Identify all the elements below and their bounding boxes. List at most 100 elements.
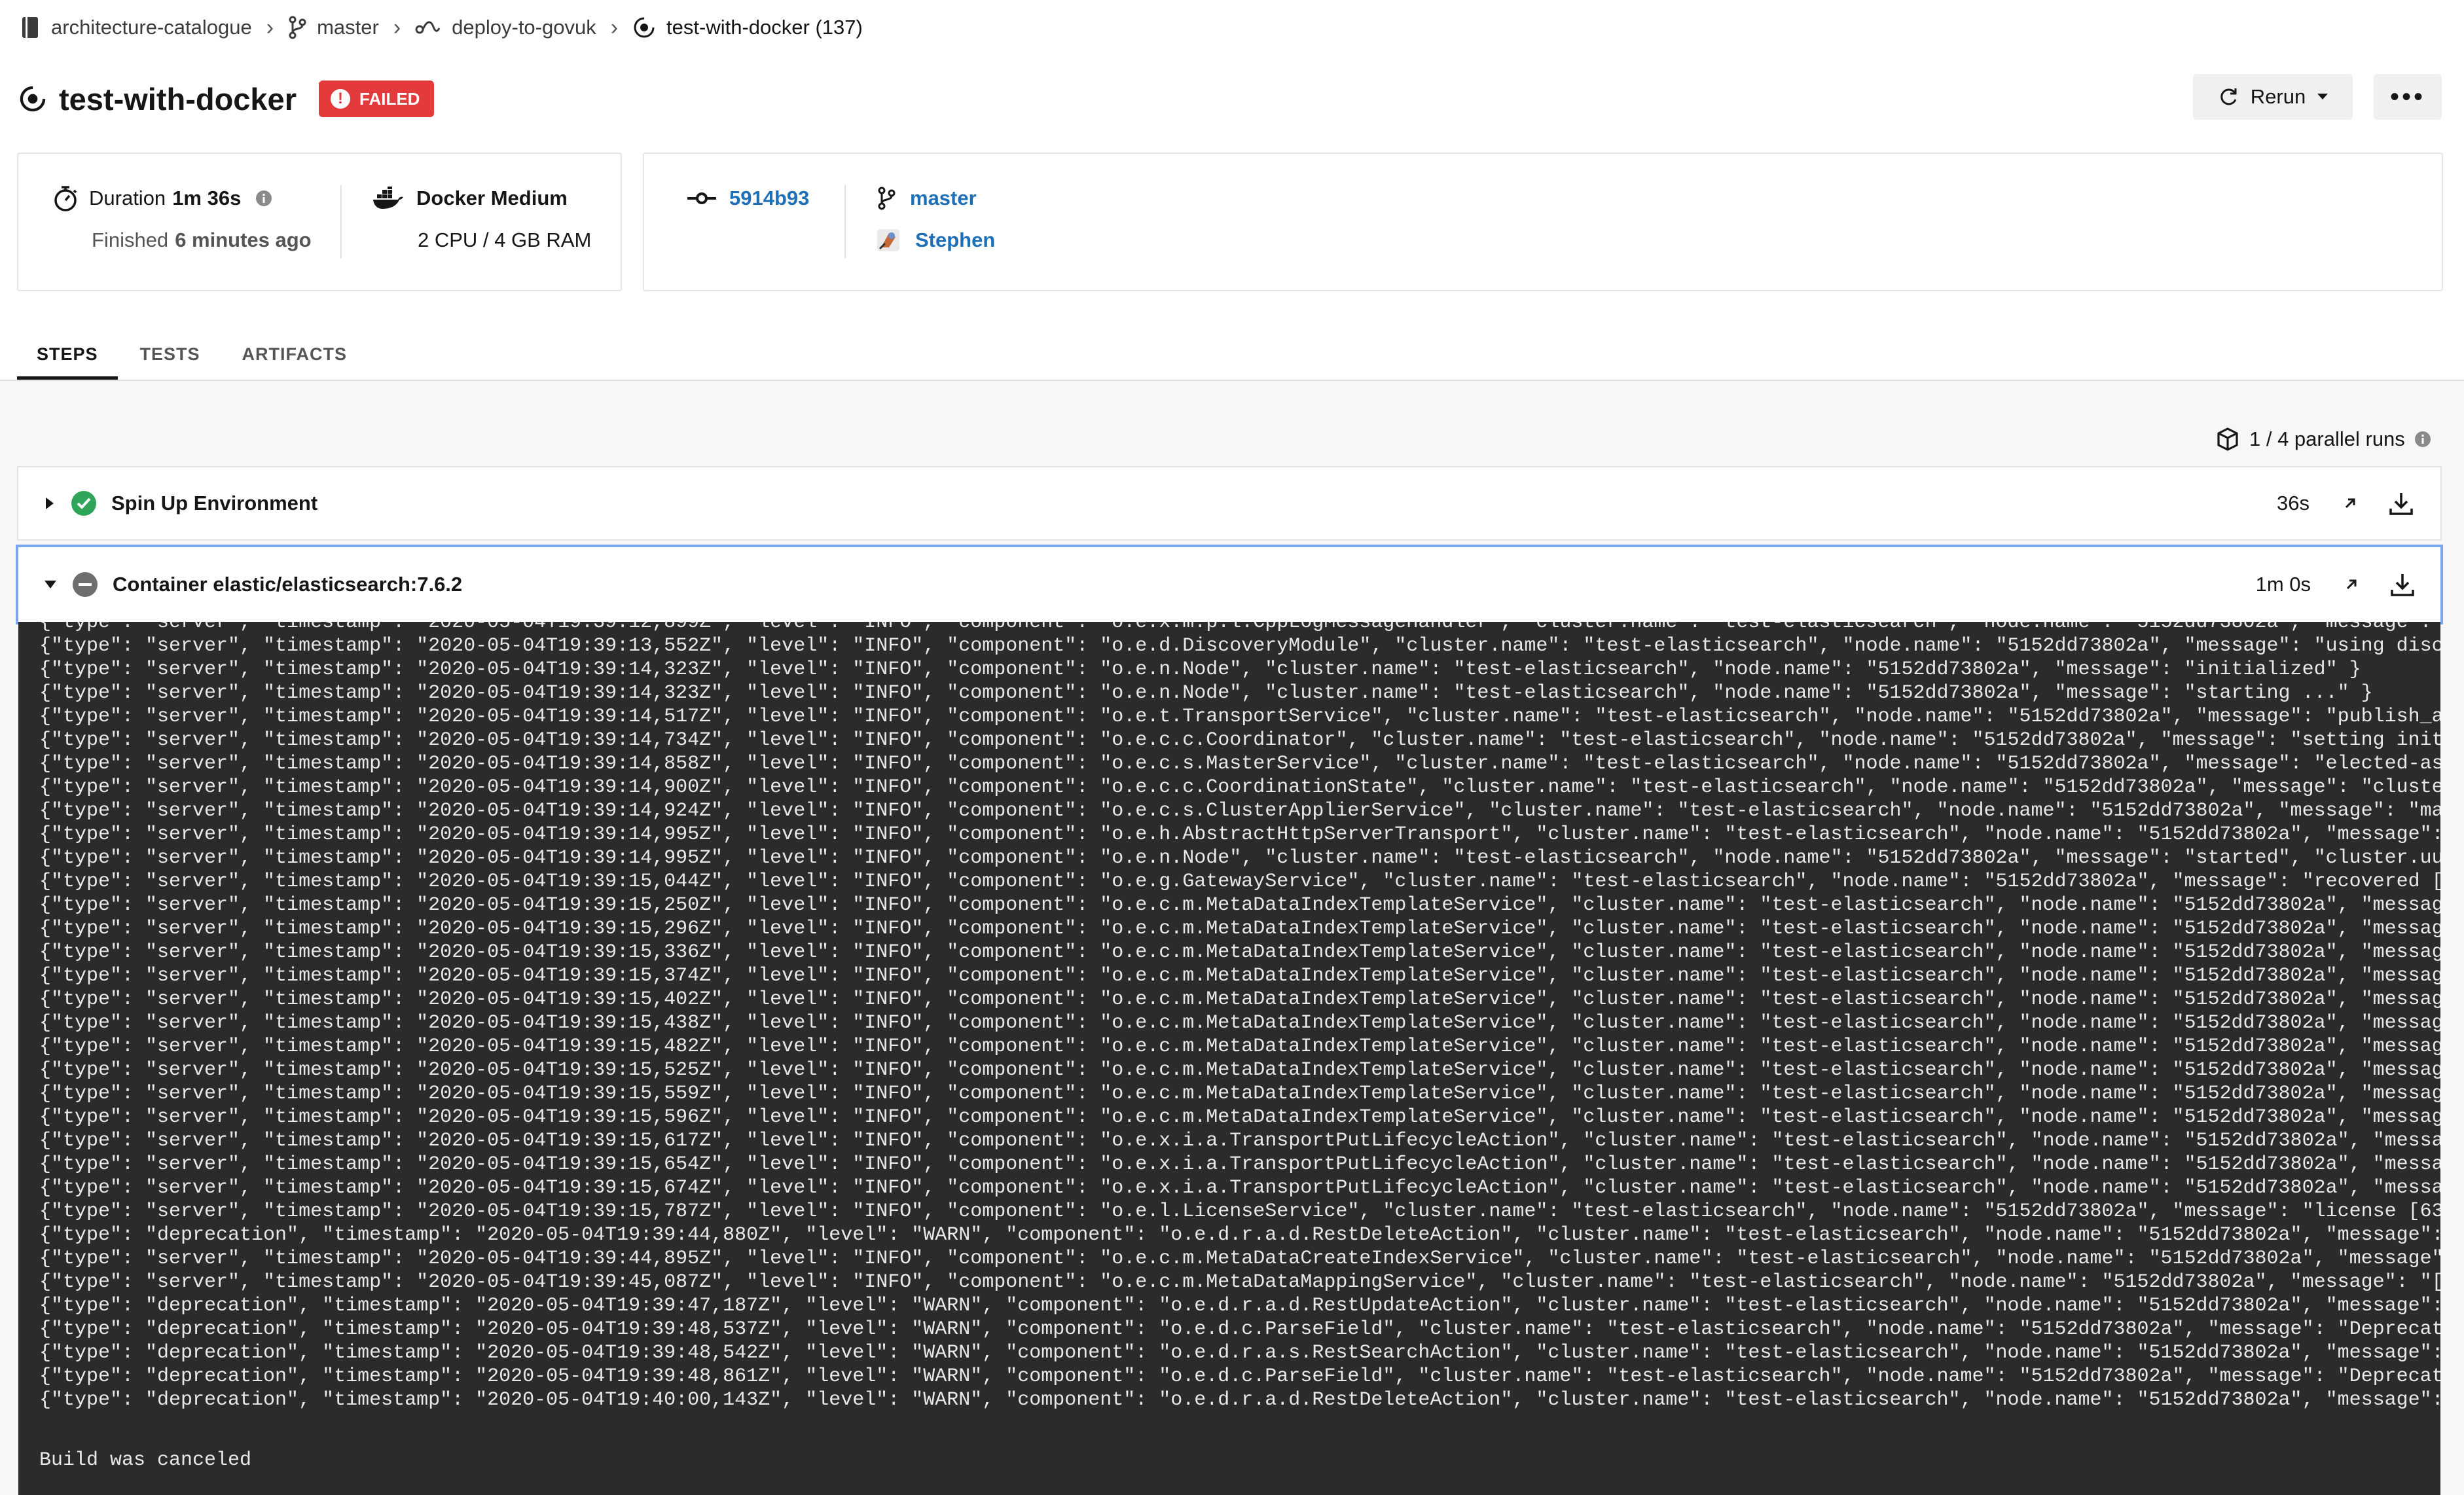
step-output-terminal[interactable]: {"type": "server", "timestamp": "2020-05… (18, 622, 2440, 1495)
info-icon[interactable] (2414, 431, 2431, 448)
log-line: {"type": "server", "timestamp": "2020-05… (39, 706, 2440, 728)
log-output: {"type": "server", "timestamp": "2020-05… (18, 622, 2440, 1412)
log-line: {"type": "server", "timestamp": "2020-05… (39, 729, 2440, 751)
step-spin-up-environment[interactable]: Spin Up Environment 36s (17, 466, 2442, 541)
refresh-icon (2218, 86, 2239, 107)
executor-resources: 2 CPU / 4 GB RAM (418, 228, 592, 251)
parallel-runs-indicator[interactable]: 1 / 4 parallel runs (2217, 423, 2431, 456)
more-options-button[interactable]: ••• (2374, 74, 2442, 120)
chevron-right-icon: › (266, 14, 274, 40)
workflow-icon (415, 18, 441, 37)
build-canceled-message: Build was canceled (39, 1449, 252, 1471)
expand-icon[interactable] (2344, 577, 2359, 592)
info-icon[interactable] (255, 190, 272, 207)
download-icon[interactable] (2389, 571, 2416, 598)
step-container-elasticsearch[interactable]: Container elastic/elasticsearch:7.6.2 1m… (16, 545, 2443, 624)
executor-name: Docker Medium (416, 187, 568, 209)
step-title: Spin Up Environment (111, 492, 318, 514)
log-line: {"type": "server", "timestamp": "2020-05… (39, 658, 2361, 681)
status-badge: ! FAILED (319, 81, 435, 117)
log-line: {"type": "server", "timestamp": "2020-05… (39, 776, 2440, 799)
log-line: {"type": "deprecation", "timestamp": "20… (39, 1342, 2440, 1364)
success-icon (71, 490, 97, 516)
log-line: {"type": "deprecation", "timestamp": "20… (39, 1318, 2440, 1341)
docker-icon (372, 187, 405, 210)
download-icon[interactable] (2388, 490, 2414, 516)
more-icon: ••• (2389, 82, 2425, 111)
log-line: {"type": "deprecation", "timestamp": "20… (39, 1224, 2440, 1246)
job-icon (632, 16, 656, 39)
chevron-right-icon: › (393, 14, 401, 40)
canceled-icon (72, 571, 98, 598)
log-line: {"type": "server", "timestamp": "2020-05… (39, 1200, 2440, 1223)
breadcrumb-workflow[interactable]: deploy-to-govuk (452, 16, 596, 39)
job-tabs: STEPS TESTS ARTIFACTS (17, 327, 389, 381)
caret-right-icon[interactable] (46, 497, 54, 509)
rerun-button[interactable]: Rerun (2193, 74, 2353, 120)
log-line: {"type": "server", "timestamp": "2020-05… (39, 847, 2440, 869)
book-icon (21, 16, 41, 39)
log-line: {"type": "server", "timestamp": "2020-05… (39, 1177, 2440, 1199)
log-line: {"type": "server", "timestamp": "2020-05… (39, 871, 2440, 893)
parallel-runs-label: 1 / 4 parallel runs (2249, 427, 2405, 450)
chevron-right-icon: › (610, 14, 619, 40)
tab-tests[interactable]: TESTS (140, 327, 200, 381)
cube-icon (2217, 427, 2239, 451)
rerun-label: Rerun (2250, 85, 2306, 108)
log-line: {"type": "server", "timestamp": "2020-05… (39, 1036, 2440, 1058)
log-line: {"type": "server", "timestamp": "2020-05… (39, 1130, 2440, 1152)
breadcrumb: architecture-catalogue › master › deploy… (21, 9, 863, 46)
job-duration-card: Duration 1m 36s Finished 6 minutes ago D… (17, 153, 622, 291)
divider (844, 185, 846, 259)
git-branch-icon (877, 186, 896, 211)
log-line: {"type": "deprecation", "timestamp": "20… (39, 1389, 2440, 1411)
step-title: Container elastic/elasticsearch:7.6.2 (113, 573, 463, 596)
log-line: {"type": "server", "timestamp": "2020-05… (39, 1059, 2440, 1081)
finished-label: Finished (92, 228, 169, 251)
log-line: {"type": "server", "timestamp": "2020-05… (39, 1248, 2440, 1270)
job-source-card: 5914b93 master Stephen (643, 153, 2443, 291)
avatar (876, 228, 901, 253)
commit-link[interactable]: 5914b93 (729, 187, 809, 210)
log-line: {"type": "server", "timestamp": "2020-05… (39, 622, 2440, 634)
branch-link[interactable]: master (910, 187, 977, 210)
log-line: {"type": "server", "timestamp": "2020-05… (39, 635, 2440, 657)
log-line: {"type": "server", "timestamp": "2020-05… (39, 918, 2440, 940)
page-title: test-with-docker (59, 81, 297, 117)
log-line: {"type": "server", "timestamp": "2020-05… (39, 1012, 2440, 1034)
tab-steps[interactable]: STEPS (17, 327, 117, 381)
log-line: {"type": "deprecation", "timestamp": "20… (39, 1365, 2440, 1388)
log-line: {"type": "server", "timestamp": "2020-05… (39, 1083, 2440, 1105)
breadcrumb-job: test-with-docker (137) (666, 16, 863, 39)
job-header: test-with-docker ! FAILED (18, 76, 435, 122)
git-commit-icon (687, 191, 716, 206)
finished-value: 6 minutes ago (175, 228, 312, 251)
caret-down-icon[interactable] (45, 581, 56, 588)
log-line: {"type": "server", "timestamp": "2020-05… (39, 894, 2440, 916)
divider (340, 185, 342, 259)
log-line: {"type": "server", "timestamp": "2020-05… (39, 1271, 2440, 1293)
step-duration: 1m 0s (2255, 573, 2311, 596)
alert-icon: ! (331, 89, 350, 109)
expand-icon[interactable] (2342, 495, 2358, 511)
caret-down-icon (2317, 94, 2328, 100)
log-line: {"type": "deprecation", "timestamp": "20… (39, 1295, 2440, 1317)
log-line: {"type": "server", "timestamp": "2020-05… (39, 965, 2440, 987)
author-link[interactable]: Stephen (915, 228, 995, 252)
log-line: {"type": "server", "timestamp": "2020-05… (39, 1106, 2440, 1128)
duration-value: 1m 36s (172, 187, 242, 209)
step-duration: 36s (2277, 492, 2310, 514)
breadcrumb-branch[interactable]: master (317, 16, 379, 39)
log-line: {"type": "server", "timestamp": "2020-05… (39, 823, 2440, 846)
tab-artifacts[interactable]: ARTIFACTS (242, 327, 348, 381)
log-line: {"type": "server", "timestamp": "2020-05… (39, 1153, 2440, 1176)
duration-label: Duration (89, 187, 166, 209)
log-line: {"type": "server", "timestamp": "2020-05… (39, 988, 2440, 1011)
log-line: {"type": "server", "timestamp": "2020-05… (39, 941, 2440, 964)
status-badge-label: FAILED (359, 88, 420, 109)
log-line: {"type": "server", "timestamp": "2020-05… (39, 800, 2440, 822)
git-branch-icon (288, 16, 306, 39)
breadcrumb-project[interactable]: architecture-catalogue (51, 16, 252, 39)
job-icon (18, 84, 47, 113)
stopwatch-icon (52, 185, 79, 212)
